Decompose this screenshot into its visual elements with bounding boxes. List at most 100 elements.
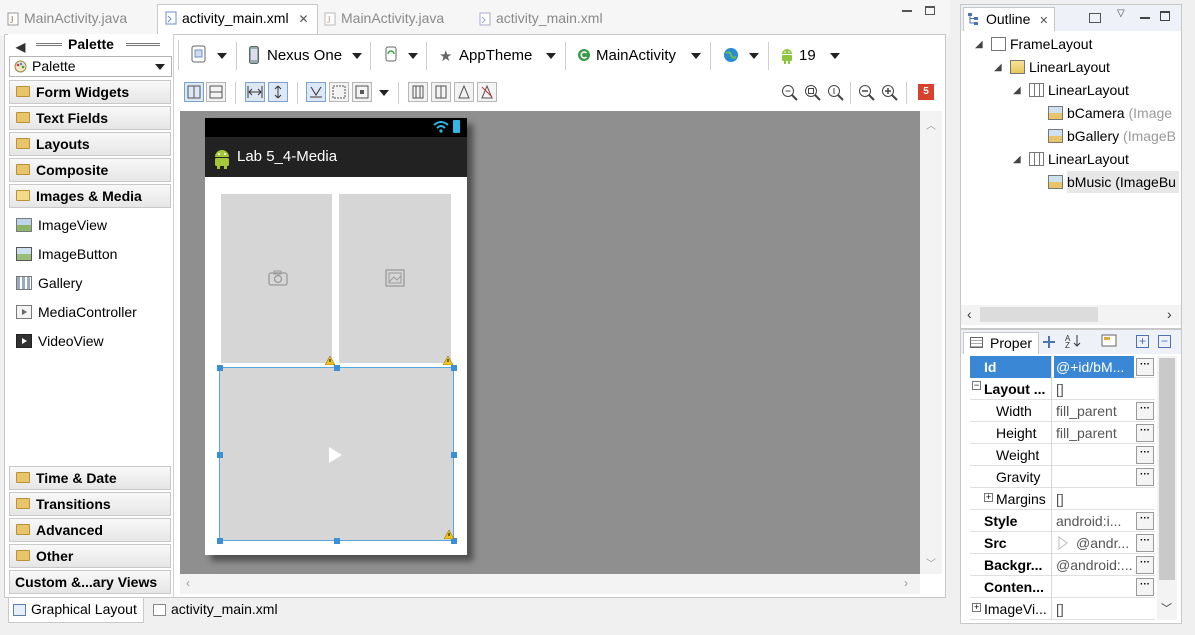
baseline-align-icon[interactable]: [306, 82, 326, 102]
filter-properties-icon[interactable]: [1101, 333, 1117, 349]
expand-all-icon[interactable]: +: [1136, 335, 1149, 348]
chevron-down-icon[interactable]: [546, 53, 556, 59]
property-edit-button[interactable]: ···: [1136, 512, 1154, 530]
resize-handle[interactable]: [334, 365, 340, 371]
property-edit-button[interactable]: ···: [1136, 468, 1154, 486]
palette-item-mediacontroller[interactable]: MediaController: [16, 301, 137, 323]
outline-node-linearlayout-root[interactable]: LinearLayout: [1010, 56, 1110, 78]
palette-item-videoview[interactable]: VideoView: [16, 330, 104, 352]
resize-handle[interactable]: [217, 538, 223, 544]
outline-node-linearlayout-top[interactable]: LinearLayout: [1029, 79, 1129, 101]
property-row-content-description[interactable]: Conten... ···: [970, 576, 1155, 598]
sort-alpha-icon[interactable]: AZ: [1065, 333, 1081, 349]
tab-xml-source[interactable]: activity_main.xml: [149, 598, 284, 623]
api-level-label[interactable]: 19: [799, 46, 816, 66]
palette-category-text-fields[interactable]: Text Fields: [9, 106, 171, 130]
outline-node-linearlayout-bottom[interactable]: LinearLayout: [1029, 148, 1129, 170]
drag-handle-icon[interactable]: [126, 43, 160, 46]
palette-category-images-media[interactable]: Images & Media: [9, 184, 171, 208]
gravity-icon[interactable]: [352, 82, 372, 102]
palette-category-transitions[interactable]: Transitions: [9, 492, 171, 516]
zoom-fit-icon[interactable]: [804, 84, 822, 102]
scroll-down-icon[interactable]: ﹀: [1161, 600, 1172, 616]
canvas-vertical-scrollbar[interactable]: ︿ ﹀: [920, 111, 942, 574]
rotate-screen-icon[interactable]: [384, 45, 398, 63]
theme-select-label[interactable]: AppTheme: [459, 46, 532, 66]
palette-category-form-widgets[interactable]: Form Widgets: [9, 80, 171, 104]
palette-category-layouts[interactable]: Layouts: [9, 132, 171, 156]
palette-mode-select[interactable]: Palette: [9, 56, 172, 77]
zoom-actual-size-icon[interactable]: [781, 84, 799, 102]
clear-weights-icon[interactable]: [454, 82, 474, 102]
property-edit-button[interactable]: ···: [1136, 446, 1154, 464]
outline-horizontal-scrollbar[interactable]: ‹ ›: [961, 305, 1181, 325]
property-row-background[interactable]: Backgr... @android:... ···: [970, 554, 1155, 576]
tab-graphical-layout[interactable]: Graphical Layout: [8, 598, 144, 623]
distribute-weights-icon[interactable]: [329, 82, 349, 102]
chevron-down-icon[interactable]: [830, 53, 840, 59]
outline-node-bmusic[interactable]: bMusic (ImageBu: [1048, 171, 1179, 193]
palette-category-other[interactable]: Other: [9, 544, 171, 568]
chevron-down-icon[interactable]: [217, 53, 227, 59]
camera-image-button[interactable]: [221, 194, 335, 365]
palette-item-imageview[interactable]: ImageView: [16, 214, 107, 236]
collapse-all-icon[interactable]: [1089, 13, 1101, 23]
minimize-icon[interactable]: [1140, 17, 1150, 19]
column-layout-icon[interactable]: [431, 82, 451, 102]
property-row-margins[interactable]: + Margins []: [970, 488, 1155, 510]
scroll-right-icon[interactable]: ›: [904, 576, 908, 590]
outline-node-framelayout[interactable]: FrameLayout: [991, 33, 1092, 55]
property-edit-button[interactable]: ···: [1136, 402, 1154, 420]
gallery-image-button[interactable]: [339, 194, 453, 365]
lint-warnings-badge[interactable]: 5: [918, 84, 934, 100]
property-edit-button[interactable]: ···: [1136, 556, 1154, 574]
property-edit-button[interactable]: ···: [1136, 578, 1154, 596]
property-value[interactable]: []: [1054, 378, 1134, 400]
minimize-editor-icon[interactable]: [902, 10, 912, 12]
tab-properties[interactable]: Proper: [963, 332, 1040, 354]
property-row-imageview[interactable]: + ImageVi... []: [970, 598, 1155, 620]
property-edit-button[interactable]: ···: [1136, 424, 1154, 442]
view-menu-icon[interactable]: ▽: [1117, 8, 1125, 19]
property-value[interactable]: @android:...: [1054, 554, 1134, 576]
property-row-weight[interactable]: Weight ···: [970, 444, 1155, 466]
editor-tab-activity-main-xml-2[interactable]: activity_main.xml: [472, 6, 611, 32]
property-row-layout-params[interactable]: − Layout ... []: [970, 378, 1155, 400]
zoom-in-icon[interactable]: [881, 84, 899, 102]
scroll-down-icon[interactable]: ﹀: [926, 555, 936, 570]
zoom-100-icon[interactable]: [827, 84, 845, 102]
drag-handle-icon[interactable]: [36, 43, 62, 46]
toggle-horizontal-layout-icon[interactable]: [206, 82, 226, 102]
property-value[interactable]: [1054, 444, 1134, 466]
properties-vertical-scrollbar[interactable]: ﹀: [1157, 356, 1177, 620]
chevron-down-icon[interactable]: [352, 53, 362, 59]
palette-category-advanced[interactable]: Advanced: [9, 518, 171, 542]
maximize-icon[interactable]: [1160, 11, 1170, 21]
chevron-down-icon[interactable]: [691, 53, 701, 59]
zoom-out-icon[interactable]: [858, 84, 876, 102]
editor-tab-activity-main-xml-1[interactable]: activity_main.xml ✕: [157, 4, 318, 34]
tree-expand-icon[interactable]: ◢: [1013, 154, 1021, 165]
property-row-id[interactable]: Id @+id/bM... ···: [970, 356, 1155, 378]
scrollbar-thumb[interactable]: [1159, 358, 1175, 580]
scroll-left-icon[interactable]: ‹: [186, 576, 190, 590]
property-row-style[interactable]: Style android:i... ···: [970, 510, 1155, 532]
property-value[interactable]: [1054, 576, 1134, 598]
activity-select-label[interactable]: MainActivity: [596, 46, 676, 66]
property-row-src[interactable]: Src @andr... ···: [970, 532, 1155, 554]
palette-category-time-date[interactable]: Time & Date: [9, 466, 171, 490]
property-edit-button[interactable]: ···: [1136, 534, 1154, 552]
property-value[interactable]: []: [1054, 488, 1134, 510]
collapse-palette-icon[interactable]: ◀: [16, 37, 25, 57]
close-icon[interactable]: ✕: [1039, 15, 1048, 27]
property-row-width[interactable]: Width fill_parent ···: [970, 400, 1155, 422]
property-row-gravity[interactable]: Gravity ···: [970, 466, 1155, 488]
resize-handle[interactable]: [217, 365, 223, 371]
resize-handle[interactable]: [334, 538, 340, 544]
chevron-down-icon[interactable]: [379, 90, 389, 96]
property-value[interactable]: @andr...: [1054, 532, 1134, 554]
property-value[interactable]: fill_parent: [1054, 400, 1134, 422]
tree-expand-icon[interactable]: ◢: [994, 62, 1002, 73]
tab-outline[interactable]: Outline ✕: [963, 7, 1056, 31]
palette-item-imagebutton[interactable]: ImageButton: [16, 243, 117, 265]
